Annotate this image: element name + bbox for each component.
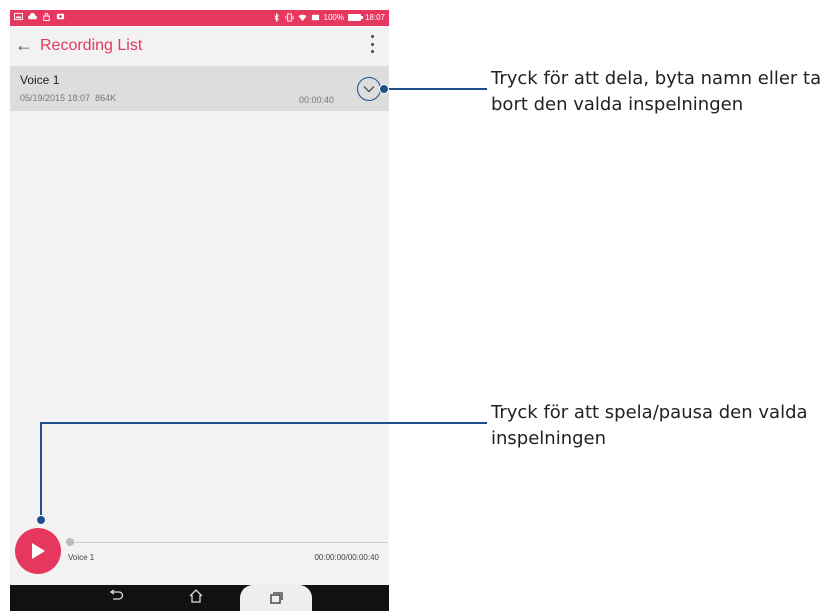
play-callout-line-horizontal xyxy=(40,422,487,424)
cloud-icon xyxy=(28,12,37,20)
play-button[interactable] xyxy=(15,528,61,574)
vibrate-icon xyxy=(284,13,294,22)
home-icon[interactable] xyxy=(188,589,204,608)
play-callout-line-vertical xyxy=(40,422,42,520)
notification-icon xyxy=(56,13,65,20)
back-arrow-icon[interactable]: ← xyxy=(15,35,33,55)
bluetooth-icon xyxy=(273,13,279,22)
recents-button[interactable] xyxy=(240,585,312,611)
back-icon[interactable] xyxy=(108,589,124,608)
play-callout-text: Tryck för att spela/pausa den valda insp… xyxy=(491,402,808,449)
chevron-down-icon xyxy=(363,86,375,93)
gallery-icon xyxy=(14,12,23,21)
phone-screen: 100% 18:07 ← Recording List Voice 1 05/1… xyxy=(10,10,389,611)
player-time: 00:00:00/00:00:40 xyxy=(314,553,379,562)
play-icon xyxy=(32,543,45,559)
player-track-name: Voice 1 xyxy=(68,553,95,562)
recents-icon xyxy=(270,592,283,604)
recording-name: Voice 1 xyxy=(20,73,60,87)
overflow-menu-icon[interactable] xyxy=(371,35,375,53)
manual-page: 100% 18:07 ← Recording List Voice 1 05/1… xyxy=(0,0,827,611)
seek-track[interactable] xyxy=(68,542,388,543)
status-bar: 100% 18:07 xyxy=(10,10,389,26)
page-title: Recording List xyxy=(40,37,143,54)
list-item[interactable]: Voice 1 05/19/2015 18:07 864K 00:00:40 xyxy=(10,66,389,111)
status-time: 18:07 xyxy=(364,13,385,22)
recording-size: 864K xyxy=(95,93,117,103)
recording-duration: 00:00:40 xyxy=(299,95,335,105)
recording-date: 05/19/2015 18:07 xyxy=(20,93,91,103)
app-bar: ← Recording List xyxy=(10,26,389,66)
wifi-icon xyxy=(297,14,307,22)
play-callout-dot xyxy=(36,515,46,525)
battery-saver-icon xyxy=(311,14,319,21)
seek-thumb[interactable] xyxy=(66,538,74,546)
player-bar: Voice 1 00:00:00/00:00:40 xyxy=(10,515,389,585)
options-button[interactable] xyxy=(357,77,381,101)
options-callout-dot xyxy=(379,84,389,94)
battery-percent: 100% xyxy=(323,13,344,22)
lock-icon xyxy=(43,12,50,21)
battery-icon xyxy=(347,14,363,21)
options-callout-line xyxy=(386,88,487,90)
navigation-bar xyxy=(10,585,389,611)
options-callout-text: Tryck för att dela, byta namn eller ta b… xyxy=(491,68,822,115)
recording-meta: 05/19/2015 18:07 864K xyxy=(20,93,116,103)
